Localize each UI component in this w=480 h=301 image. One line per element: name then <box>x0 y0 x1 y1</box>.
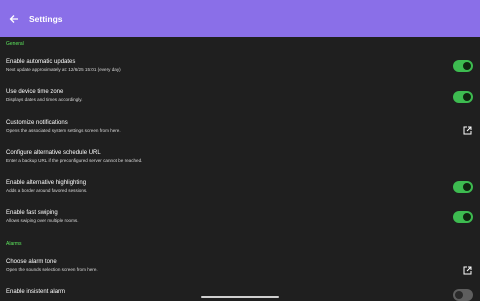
setting-title: Configure alternative schedule URL <box>6 150 101 156</box>
insistent-alarm-toggle[interactable] <box>453 289 473 301</box>
app-bar: Settings <box>0 0 480 37</box>
toggle-knob <box>463 62 471 70</box>
setting-subtitle: Displays dates and times accordingly. <box>6 97 83 102</box>
open-external-icon[interactable] <box>463 262 472 275</box>
setting-title: Choose alarm tone <box>6 259 57 265</box>
device-time-zone-toggle[interactable] <box>453 91 473 103</box>
setting-insistent-alarm[interactable]: Enable insistent alarm <box>0 288 480 296</box>
setting-fast-swiping[interactable]: Enable fast swiping Allows swiping over … <box>0 209 480 224</box>
setting-subtitle: Adds a border around favored sessions. <box>6 188 88 193</box>
setting-alarm-tone[interactable]: Choose alarm tone Open the sounds select… <box>0 258 480 273</box>
toggle-knob <box>463 183 471 191</box>
back-arrow-icon[interactable] <box>7 12 21 26</box>
setting-title: Enable insistent alarm <box>6 289 66 295</box>
setting-device-time-zone[interactable]: Use device time zone Displays dates and … <box>0 88 480 103</box>
setting-subtitle: Next update approximately at: 12/6/25 15… <box>6 67 121 72</box>
section-header-general: General <box>6 41 24 47</box>
setting-subtitle: Allows swiping over multiple rooms. <box>6 218 79 223</box>
setting-title: Enable fast swiping <box>6 210 58 216</box>
setting-automatic-updates[interactable]: Enable automatic updates Next update app… <box>0 58 480 73</box>
setting-title: Enable automatic updates <box>6 59 76 65</box>
toggle-knob <box>463 213 471 221</box>
toggle-knob <box>455 291 463 299</box>
alternative-highlighting-toggle[interactable] <box>453 181 473 193</box>
setting-subtitle: Enter a backup URL if the preconfigured … <box>6 158 143 163</box>
fast-swiping-toggle[interactable] <box>453 211 473 223</box>
section-header-alarms: Alarms <box>6 241 22 247</box>
setting-title: Customize notifications <box>6 120 68 126</box>
open-external-icon[interactable] <box>463 122 472 135</box>
setting-customize-notifications[interactable]: Customize notifications Opens the associ… <box>0 119 480 134</box>
setting-alternative-highlighting[interactable]: Enable alternative highlighting Adds a b… <box>0 179 480 194</box>
setting-subtitle: Open the sounds selection screen from he… <box>6 267 98 272</box>
home-indicator[interactable] <box>201 296 279 298</box>
toggle-knob <box>463 93 471 101</box>
page-title: Settings <box>29 13 63 24</box>
setting-alternative-schedule-url[interactable]: Configure alternative schedule URL Enter… <box>0 149 480 164</box>
setting-title: Use device time zone <box>6 89 64 95</box>
automatic-updates-toggle[interactable] <box>453 60 473 72</box>
setting-subtitle: Opens the associated system settings scr… <box>6 128 121 133</box>
setting-title: Enable alternative highlighting <box>6 180 87 186</box>
